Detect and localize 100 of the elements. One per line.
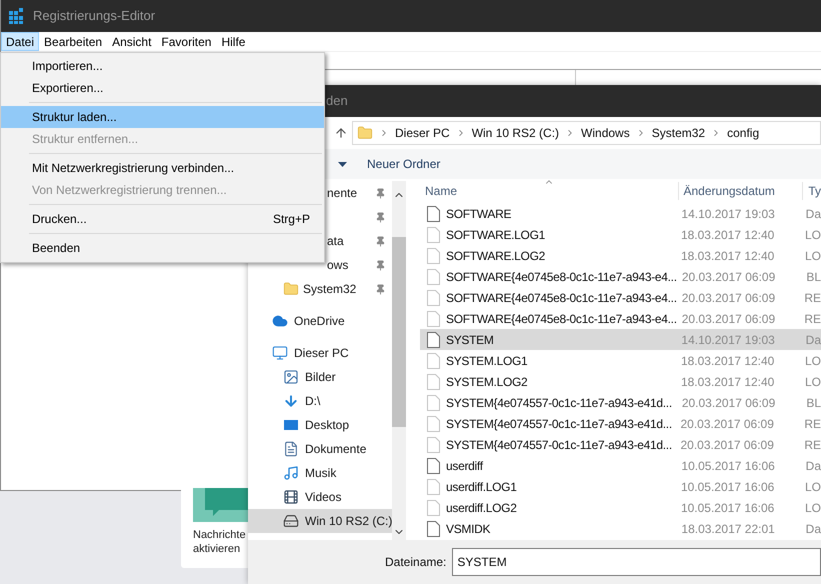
file-icon [427,290,440,306]
file-row[interactable]: SYSTEM.LOG2 18.03.2017 12:40 LO [420,371,821,392]
music-note-icon [283,465,299,481]
up-arrow-button[interactable] [334,126,348,140]
menu-item[interactable]: Importieren... [1,55,324,77]
nav-item[interactable]: Musik [248,461,392,485]
file-row[interactable]: SYSTEM{4e074557-0c1c-11e7-a943-e41d... 20.03.2017 06:09 RE [420,413,821,434]
menu-bar-item[interactable]: Ansicht [107,32,156,51]
document-icon [283,441,299,457]
nav-item[interactable]: Desktop [248,413,392,437]
file-name: SOFTWARE{4e0745e8-0c1c-11e7-a943-e4... [446,310,677,328]
card-label: Nachrichte aktivieren [193,528,247,556]
menu-bar-item[interactable]: Hilfe [216,32,250,51]
nav-item[interactable]: OneDrive [248,309,392,333]
column-header[interactable]: Ty [802,182,821,200]
file-date: 20.03.2017 06:09 [680,310,776,328]
address-bar[interactable]: Dieser PC Win 10 RS2 (C:) Windows System32 config [352,121,821,145]
file-type: Da [804,458,821,474]
filename-label: Dateiname: [385,554,446,571]
file-row[interactable]: SYSTEM.LOG1 18.03.2017 12:40 LO [420,350,821,371]
file-date: 20.03.2017 06:09 [680,394,776,412]
picture-icon [283,369,299,385]
file-icon [427,352,440,368]
dialog-title: den [326,92,348,110]
file-date: 10.05.2017 16:06 [680,500,776,516]
file-row[interactable]: SOFTWARE{4e0745e8-0c1c-11e7-a943-e4... 20.03.2017 06:09 BL [420,266,821,287]
menu-item[interactable]: Mit Netzwerkregistrierung verbinden... [1,157,324,179]
file-date: 18.03.2017 12:40 [680,374,776,390]
folder-icon [357,125,373,141]
file-icon [427,478,440,494]
file-name: SOFTWARE{4e0745e8-0c1c-11e7-a943-e4... [446,290,677,306]
column-header[interactable]: Änderungsdatum [678,182,802,200]
nav-item[interactable]: Dokumente [248,437,392,461]
breadcrumb-item[interactable]: Win 10 RS2 (C:) [472,124,560,142]
file-icon [427,226,440,242]
nav-item[interactable]: System32 [301,280,356,298]
menu-item[interactable]: Beenden [1,237,324,259]
file-type: RE [803,416,821,432]
file-row[interactable]: SOFTWARE.LOG2 18.03.2017 12:40 LO [420,245,821,266]
file-row[interactable]: SOFTWARE.LOG1 18.03.2017 12:40 LO [420,224,821,245]
breadcrumb-item[interactable]: Dieser PC [395,124,450,142]
file-name: VSMIDK [446,520,490,538]
breadcrumb-item[interactable]: config [727,124,760,142]
file-row[interactable]: userdiff.LOG1 10.05.2017 16:06 LO [420,476,821,497]
scroll-thumb[interactable] [392,237,406,427]
file-row[interactable]: SYSTEM 14.10.2017 19:03 Da [420,329,821,350]
filename-field[interactable]: SYSTEM [452,548,821,576]
file-row[interactable]: SYSTEM{4e074557-0c1c-11e7-a943-e41d... 20.03.2017 06:09 RE [420,434,821,455]
nav-item[interactable]: Bilder [248,365,392,389]
file-row[interactable]: SYSTEM{4e074557-0c1c-11e7-a943-e41d... 20.03.2017 06:09 BL [420,392,821,413]
file-type: BL [805,394,821,412]
scrollbar[interactable] [392,181,406,540]
file-row[interactable]: userdiff 10.05.2017 16:06 Da [420,455,821,476]
file-name: SYSTEM.LOG2 [446,374,528,390]
menu-bar-item[interactable]: Bearbeiten [39,32,108,51]
nav-item[interactable]: Dieser PC [248,341,392,365]
cloud-icon [272,313,288,329]
file-icon [427,332,440,348]
desktop-icon [283,417,299,433]
file-date: 18.03.2017 12:40 [680,352,776,370]
file-icon [427,416,440,432]
file-name: SOFTWARE{4e0745e8-0c1c-11e7-a943-e4... [446,268,677,286]
breadcrumb-item[interactable]: Windows [581,124,630,142]
registry-icon [9,8,25,24]
file-icon [427,458,440,474]
file-row[interactable]: SOFTWARE{4e0745e8-0c1c-11e7-a943-e4... 20.03.2017 06:09 RE [420,287,821,308]
file-date: 10.05.2017 16:06 [680,458,776,474]
nav-item[interactable]: ata [327,234,344,248]
file-row[interactable]: SOFTWARE 14.10.2017 19:03 Da [420,203,821,224]
menu-item[interactable]: Struktur laden... [1,106,324,128]
dropdown-arrow-icon[interactable] [338,162,347,166]
file-date: 18.03.2017 12:40 [680,226,776,244]
file-type: RE [803,436,821,454]
nav-item[interactable]: nente [327,186,358,200]
file-date: 20.03.2017 06:09 [679,416,775,432]
menu-item[interactable]: Drucken... Strg+P [1,208,324,230]
file-row[interactable]: userdiff.LOG2 10.05.2017 16:06 LO [420,497,821,518]
new-folder-button[interactable]: Neuer Ordner [367,155,440,173]
file-type: LO [804,226,821,244]
window-title: Registrierungs-Editor [33,7,156,26]
menu-bar-item[interactable]: Datei [1,32,40,51]
file-date: 20.03.2017 06:09 [680,290,776,306]
file-row[interactable]: VSMIDK 18.03.2017 22:01 Da [420,518,821,539]
file-type: Da [804,520,821,538]
menu-bar-item[interactable]: Favoriten [156,32,216,51]
breadcrumb-item[interactable]: System32 [652,124,706,142]
column-header[interactable]: Name [420,182,678,200]
nav-item[interactable]: Win 10 RS2 (C:) [248,509,392,533]
menu-item[interactable]: Exportieren... [1,77,324,99]
file-type: LO [804,248,821,264]
file-type: LO [804,500,821,516]
nav-item[interactable]: D:\ [248,389,392,413]
file-date: 20.03.2017 06:09 [679,436,775,454]
nav-item[interactable]: Videos [248,485,392,509]
file-type: LO [804,478,821,496]
file-type: LO [804,352,821,370]
file-row[interactable]: SOFTWARE{4e0745e8-0c1c-11e7-a943-e4... 20.03.2017 06:09 RE [420,308,821,329]
nav-item[interactable]: ows [327,258,348,272]
film-icon [283,489,299,505]
file-icon [427,268,440,284]
